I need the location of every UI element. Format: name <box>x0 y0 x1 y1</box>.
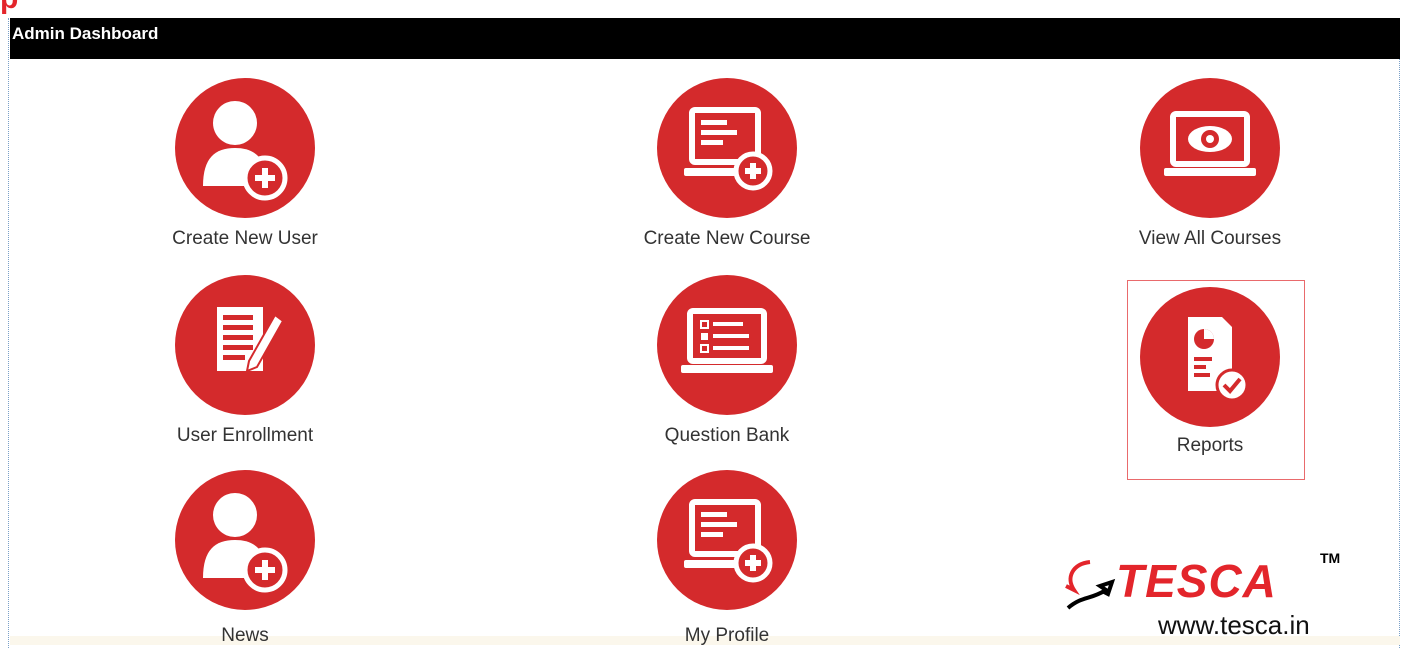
tile-view-all-courses[interactable]: View All Courses <box>1080 78 1340 273</box>
tile-my-profile[interactable]: My Profile <box>597 470 857 665</box>
tesca-logo: TESCA TM www.tesca.in <box>1060 550 1390 646</box>
laptop-add-icon <box>657 78 797 218</box>
user-add-icon <box>175 470 315 610</box>
user-add-icon <box>175 78 315 218</box>
document-edit-icon <box>175 275 315 415</box>
tesca-mark-icon <box>1065 560 1116 610</box>
report-check-icon <box>1140 287 1280 427</box>
page-title: Admin Dashboard <box>12 24 159 43</box>
laptop-eye-icon <box>1140 78 1280 218</box>
tile-label: Question Bank <box>664 425 790 446</box>
titlebar: Admin Dashboard <box>10 18 1400 59</box>
brand-url: www.tesca.in <box>1158 610 1310 640</box>
tile-create-new-user[interactable]: Create New User <box>115 78 375 273</box>
tile-label: User Enrollment <box>176 425 314 446</box>
tile-question-bank[interactable]: Question Bank <box>597 275 857 470</box>
tile-user-enrollment[interactable]: User Enrollment <box>115 275 375 470</box>
top-accent: p <box>0 0 60 18</box>
tile-label: Reports <box>1176 435 1244 456</box>
laptop-checklist-icon <box>657 275 797 415</box>
tile-create-new-course[interactable]: Create New Course <box>597 78 857 273</box>
tile-label: Create New User <box>172 228 318 249</box>
tile-label: Create New Course <box>643 228 811 249</box>
tile-reports[interactable]: Reports <box>1080 280 1340 480</box>
tile-label: View All Courses <box>1138 228 1282 249</box>
laptop-add-icon <box>657 470 797 610</box>
tile-label: News <box>221 625 269 646</box>
brand-name: TESCA <box>1116 555 1277 607</box>
trademark: TM <box>1320 550 1341 566</box>
tile-news[interactable]: News <box>115 470 375 665</box>
tile-label: My Profile <box>684 625 770 646</box>
